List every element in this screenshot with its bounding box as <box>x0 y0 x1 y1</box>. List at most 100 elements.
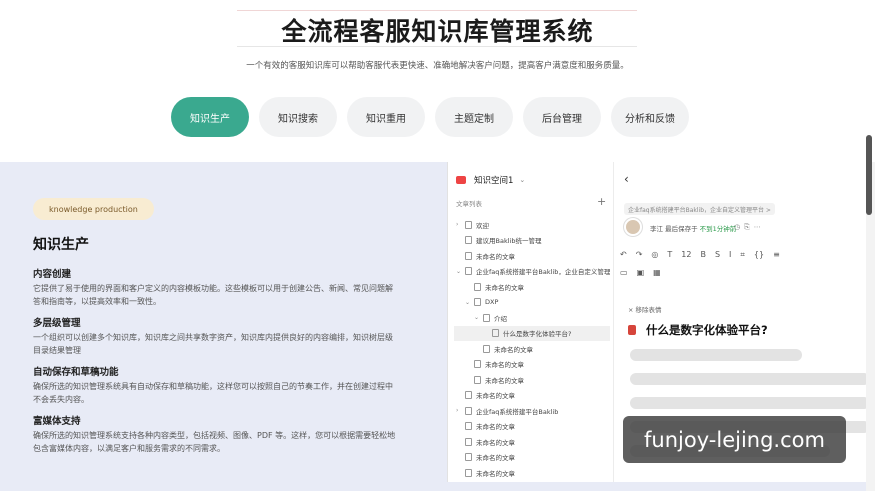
font-size-icon[interactable]: 12 <box>681 250 691 260</box>
tree-item-label: 欢迎 <box>476 221 489 230</box>
tree-item-label: 介绍 <box>494 314 507 323</box>
tree-item-label: 未命名的文章 <box>476 392 515 401</box>
tree-item-label: 未命名的文章 <box>476 252 515 261</box>
redo-icon[interactable]: ↷ <box>636 250 643 260</box>
tree-toggle-icon[interactable]: ⌄ <box>465 299 471 306</box>
tree-item-label: 未命名的文章 <box>476 438 515 447</box>
document-icon <box>465 251 472 260</box>
document-icon <box>465 220 472 229</box>
format-icon[interactable]: ◎ <box>651 250 658 260</box>
document-icon <box>465 437 472 446</box>
history-icon[interactable]: ◷ <box>734 223 744 231</box>
scrollbar-thumb[interactable] <box>866 135 872 215</box>
feature-desc: 确保所选的知识管理系统支持各种内容类型，包括视频、图像、PDF 等。这样，您可以… <box>33 431 396 453</box>
code-icon[interactable]: ⌗ <box>740 250 745 260</box>
document-icon <box>474 282 481 291</box>
tab-knowledge-reuse[interactable]: 知识重用 <box>347 97 425 137</box>
feature-desc: 一个组织可以创建多个知识库，知识库之间共享数字资产，知识库内提供良好的内容编排，… <box>33 333 393 355</box>
author-line: 李江 最后保存于 不到1分钟前 <box>650 223 736 233</box>
feature-list: 内容创建 它提供了易于使用的界面和客户定义的内容模板功能。这些模板可以用于创建公… <box>33 266 398 462</box>
document-icon <box>474 360 481 369</box>
undo-icon[interactable]: ↶ <box>620 250 627 260</box>
tree-item-label: 什么是数字化体验平台? <box>503 330 572 339</box>
document-icon <box>483 344 490 353</box>
tree-item-label: DXP <box>485 298 499 307</box>
document-icon <box>492 329 499 338</box>
feature-name: 内容创建 <box>33 269 72 280</box>
save-status: 不到1分钟前 <box>699 225 737 233</box>
document-icon <box>465 468 472 477</box>
image-icon[interactable]: ▣ <box>637 268 645 277</box>
strike-icon[interactable]: S <box>715 250 720 260</box>
align-icon[interactable]: ≡ <box>773 250 780 260</box>
feature-desc: 它提供了易于使用的界面和客户定义的内容模板功能。这些模板可以用于创建公告、新闻、… <box>33 284 393 306</box>
add-article-icon[interactable]: + <box>597 195 606 208</box>
feature-item: 富媒体支持 确保所选的知识管理系统支持各种内容类型，包括视频、图像、PDF 等。… <box>33 413 398 455</box>
tree-item[interactable]: 未命名的文章 <box>454 465 610 481</box>
document-title[interactable]: 什么是数字化体验平台? <box>628 322 768 338</box>
tree-toggle-icon[interactable]: › <box>456 407 462 414</box>
tree-toggle-icon[interactable]: › <box>456 221 462 228</box>
tree-item[interactable]: 未命名的文章 <box>454 279 610 295</box>
tab-knowledge-search[interactable]: 知识搜索 <box>259 97 337 137</box>
tree-item-label: 未命名的文章 <box>476 469 515 478</box>
app-sidebar: 知识空间1 ⌄ 文章列表 + › 欢迎 建议用Baklib统一管理 未命名的文章 ⌄ 企业… <box>448 162 614 482</box>
editor-toolbar: ↶ ↷ ◎ T 12 B S I ⌗ {} ≡ <box>620 250 780 260</box>
tree-item[interactable]: 未命名的文章 <box>454 248 610 264</box>
breadcrumb[interactable]: 企业faq系统搭建平台Baklib，企业自定义管理平台 > <box>624 203 775 215</box>
tree-item-label: 未命名的文章 <box>485 376 524 385</box>
space-switcher[interactable]: 知识空间1 ⌄ <box>456 174 525 186</box>
document-title-text: 什么是数字化体验平台? <box>646 323 768 337</box>
tree-item[interactable]: 什么是数字化体验平台? <box>454 325 610 341</box>
tree-item-label: 未命名的文章 <box>476 454 515 463</box>
tab-backend-management[interactable]: 后台管理 <box>523 97 601 137</box>
tree-toggle-icon[interactable]: ⌄ <box>456 268 462 275</box>
tree-item[interactable]: 未命名的文章 <box>454 450 610 466</box>
tree-item[interactable]: 建议用Baklib统一管理 <box>454 233 610 249</box>
italic-icon[interactable]: I <box>729 250 731 260</box>
more-icon[interactable]: ⋯ <box>754 223 765 231</box>
content-placeholder <box>630 397 866 409</box>
document-icon <box>465 406 472 415</box>
tab-knowledge-production[interactable]: 知识生产 <box>171 97 249 137</box>
table-icon[interactable]: ▦ <box>653 268 661 277</box>
feature-tabs: 知识生产 知识搜索 知识重用 主题定制 后台管理 分析和反馈 <box>171 97 699 137</box>
book-icon <box>628 325 636 335</box>
tree-item[interactable]: 未命名的文章 <box>454 388 610 404</box>
tree-item[interactable]: 未命名的文章 <box>454 372 610 388</box>
text-style-icon[interactable]: T <box>667 250 672 260</box>
avatar <box>624 218 642 236</box>
title-divider <box>237 46 637 47</box>
article-list-label: 文章列表 <box>456 200 482 208</box>
tree-item[interactable]: 未命名的文章 <box>454 341 610 357</box>
document-icon <box>465 236 472 245</box>
remove-emoji-link[interactable]: × 移除表情 <box>628 304 662 314</box>
feature-item: 内容创建 它提供了易于使用的界面和客户定义的内容模板功能。这些模板可以用于创建公… <box>33 266 398 308</box>
watermark-text: funjoy-lejing.com <box>623 416 846 463</box>
tree-item[interactable]: › 欢迎 <box>454 217 610 233</box>
box-icon[interactable]: ▭ <box>620 268 628 277</box>
status-icons: ◷⎘⋯ <box>734 223 765 232</box>
tree-item[interactable]: 未命名的文章 <box>454 419 610 435</box>
tree-item[interactable]: 未命名的文章 <box>454 357 610 373</box>
tab-theme-customization[interactable]: 主题定制 <box>435 97 513 137</box>
space-logo-icon <box>456 176 466 184</box>
braces-icon[interactable]: {} <box>754 250 764 260</box>
tree-item[interactable]: ⌄ 企业faq系统搭建平台Baklib，企业自定义管理平台 <box>454 264 610 280</box>
tree-item[interactable]: ⌄ 介绍 <box>454 310 610 326</box>
feature-item: 自动保存和草稿功能 确保所选的知识管理系统具有自动保存和草稿功能，这样您可以按照… <box>33 364 398 406</box>
feature-name: 自动保存和草稿功能 <box>33 367 119 378</box>
feature-description: knowledge production 知识生产 内容创建 它提供了易于使用的… <box>0 162 447 491</box>
tree-item[interactable]: 未命名的文章 <box>454 434 610 450</box>
document-icon <box>474 375 481 384</box>
tree-toggle-icon[interactable]: ⌄ <box>474 314 480 321</box>
tab-analytics-feedback[interactable]: 分析和反馈 <box>611 97 689 137</box>
feature-name: 富媒体支持 <box>33 416 81 427</box>
tree-item[interactable]: › 企业faq系统搭建平台Baklib <box>454 403 610 419</box>
bold-icon[interactable]: B <box>700 250 706 260</box>
back-arrow-icon[interactable]: ‹ <box>624 172 629 186</box>
tree-item-label: 未命名的文章 <box>476 423 515 432</box>
share-icon[interactable]: ⎘ <box>744 223 754 231</box>
section-badge: knowledge production <box>33 198 154 220</box>
tree-item[interactable]: ⌄ DXP <box>454 295 610 311</box>
